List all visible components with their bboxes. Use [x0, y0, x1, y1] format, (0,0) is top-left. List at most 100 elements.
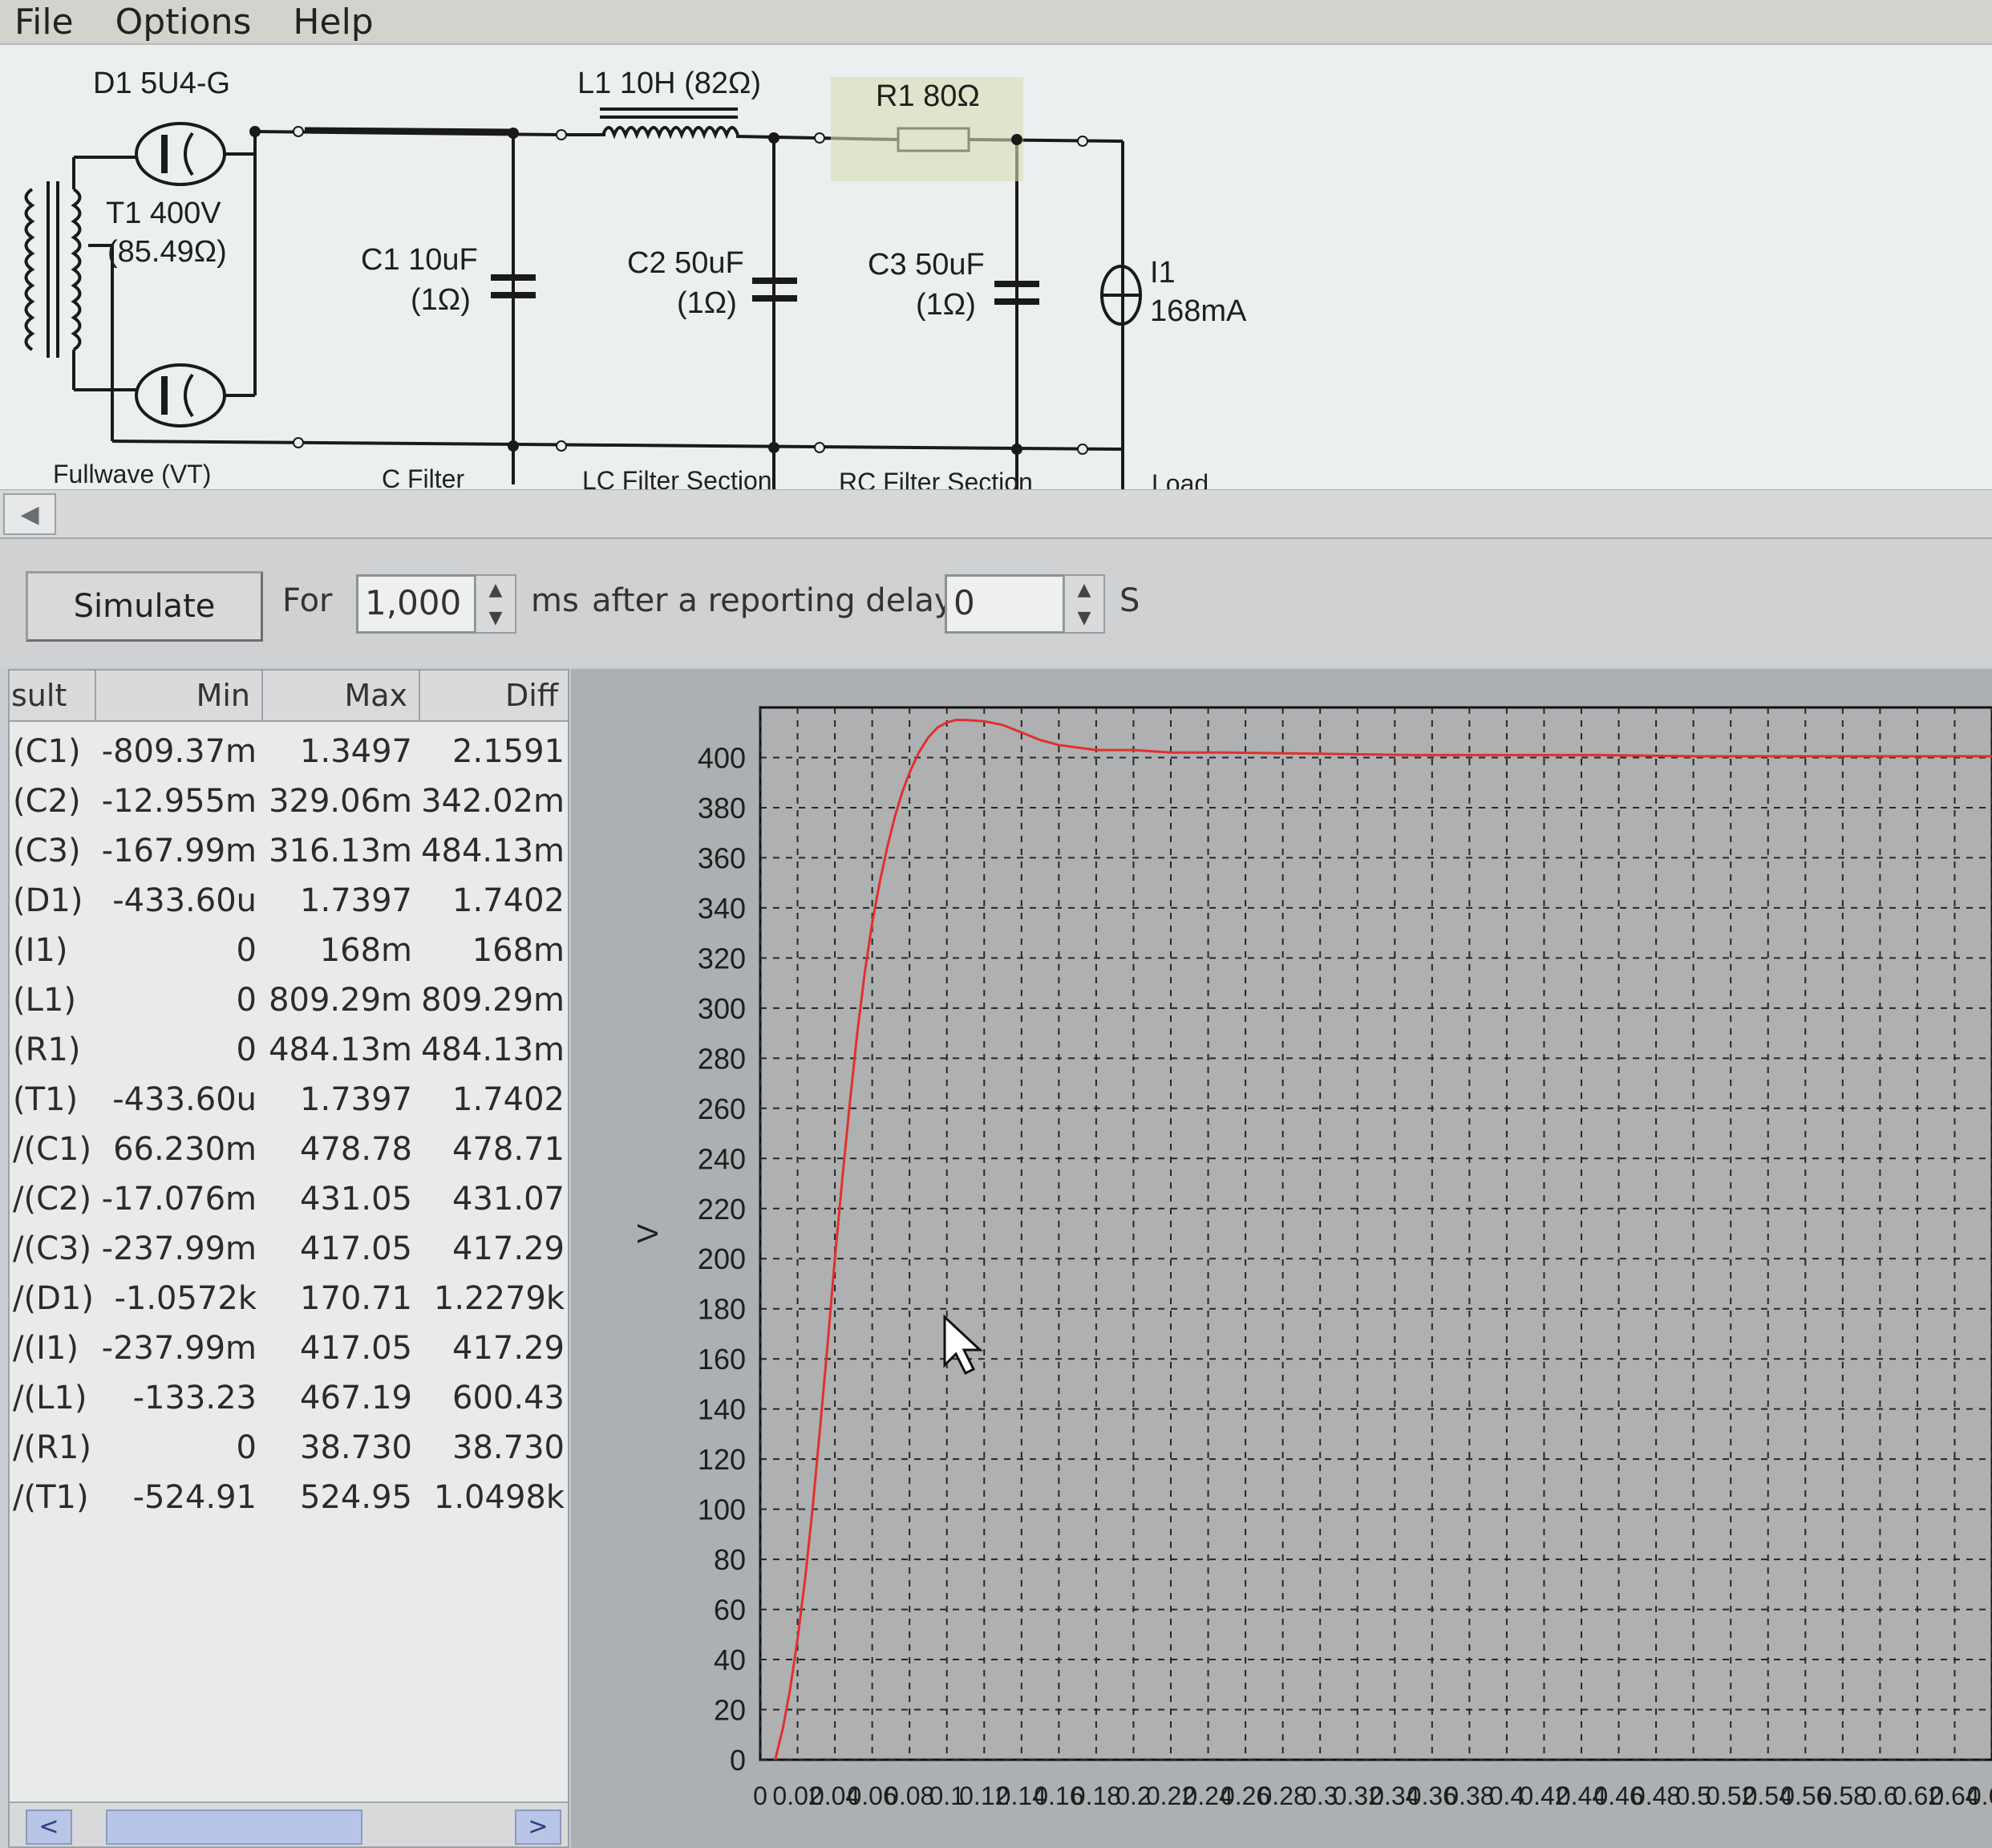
delay-input[interactable]: 0: [945, 574, 1065, 634]
row-label: /(I1): [13, 1330, 79, 1367]
y-tick-label: 360: [698, 841, 746, 874]
y-tick-label: 280: [698, 1042, 746, 1075]
results-header: sult Min Max Diff: [10, 671, 568, 722]
spin-up-icon[interactable]: ▲: [476, 576, 515, 604]
row-min: -17.076m: [101, 1181, 257, 1218]
ms-label: ms: [531, 582, 579, 619]
row-max: 316.13m: [269, 833, 412, 869]
x-tick-label: 0.38: [1444, 1781, 1494, 1810]
label-c1-res: (1Ω): [411, 283, 471, 317]
table-row[interactable]: (C3) -167.99m 316.13m 484.13m: [10, 826, 568, 876]
row-max: 809.29m: [269, 982, 412, 1019]
row-max: 170.71: [300, 1280, 412, 1317]
row-diff: 809.29m: [421, 982, 565, 1019]
spin-down-icon[interactable]: ▼: [1065, 604, 1103, 632]
y-tick-label: 120: [698, 1443, 746, 1476]
row-max: 1.3497: [300, 733, 412, 770]
row-max: 329.06m: [269, 783, 412, 820]
row-label: (C3): [13, 833, 81, 869]
row-min: -12.955m: [101, 783, 257, 820]
menu-bar: File Options Help: [0, 0, 1992, 43]
diode-tube-bottom: [135, 363, 257, 428]
label-c2-res: (1Ω): [677, 286, 737, 320]
table-row[interactable]: /(C1) 66.230m 478.78 478.71: [10, 1125, 568, 1174]
delay-spinner[interactable]: ▲ ▼: [1063, 574, 1105, 634]
table-row[interactable]: (I1) 0 168m 168m: [10, 926, 568, 975]
row-min: 66.230m: [113, 1131, 257, 1168]
circuit-diagram: D1 5U4-G T1 400V (85.49Ω) L1 10H (82Ω) R…: [24, 67, 1247, 494]
scroll-right-button[interactable]: >: [515, 1810, 561, 1845]
table-row[interactable]: /(T1) -524.91 524.95 1.0498k: [10, 1473, 568, 1522]
label-c2: C2 50uF: [627, 246, 744, 280]
col-min[interactable]: Min: [96, 671, 263, 720]
x-tick-label: 0.48: [1631, 1781, 1681, 1810]
duration-input[interactable]: 1,000: [356, 574, 476, 634]
row-diff: 1.7402: [452, 1081, 565, 1118]
delay-label: after a reporting delay of: [592, 582, 994, 619]
row-diff: 168m: [472, 932, 565, 969]
menu-file[interactable]: File: [14, 2, 74, 43]
voltage-chart: 0 20 40 60 80 100 120 140 160 180 200 220 240 260 280 3…: [631, 706, 1992, 1810]
row-label: /(L1): [13, 1380, 87, 1416]
label-l1: L1 10H (82Ω): [577, 67, 761, 100]
table-row[interactable]: (C2) -12.955m 329.06m 342.02m: [10, 776, 568, 826]
plot-area: [759, 706, 1992, 1761]
scroll-left-button[interactable]: ◀: [3, 493, 56, 535]
y-tick-label: 380: [698, 792, 746, 825]
row-label: (L1): [13, 982, 76, 1019]
row-diff: 478.71: [452, 1131, 565, 1168]
schematic-scrollbar[interactable]: ◀: [0, 489, 1992, 539]
col-result[interactable]: sult: [10, 671, 96, 720]
y-axis-label: V: [631, 1224, 664, 1243]
chart-panel[interactable]: 0 20 40 60 80 100 120 140 160 180 200 220 240 260 280 3…: [571, 669, 1992, 1848]
table-row[interactable]: (T1) -433.60u 1.7397 1.7402: [10, 1075, 568, 1125]
row-max: 484.13m: [269, 1031, 412, 1068]
col-max[interactable]: Max: [263, 671, 420, 720]
table-row[interactable]: /(R1) 0 38.730 38.730: [10, 1423, 568, 1473]
label-c3: C3 50uF: [868, 248, 985, 282]
label-r1: R1 80Ω: [876, 79, 980, 113]
spin-down-icon[interactable]: ▼: [476, 604, 515, 632]
label-t1: T1 400V: [106, 197, 221, 230]
row-min: -237.99m: [101, 1330, 257, 1367]
table-row[interactable]: (R1) 0 484.13m 484.13m: [10, 1025, 568, 1075]
row-min: -809.37m: [101, 733, 257, 770]
table-row[interactable]: /(D1) -1.0572k 170.71 1.2279k: [10, 1274, 568, 1323]
y-tick-label: 240: [698, 1142, 746, 1175]
table-row[interactable]: (C1) -809.37m 1.3497 2.1591: [10, 727, 568, 776]
label-i1: I1: [1150, 256, 1176, 290]
table-row[interactable]: (D1) -433.60u 1.7397 1.7402: [10, 876, 568, 926]
y-tick-label: 300: [698, 992, 746, 1025]
col-diff[interactable]: Diff: [420, 671, 568, 720]
menu-options[interactable]: Options: [115, 2, 252, 43]
row-max: 431.05: [300, 1181, 412, 1218]
simulate-button[interactable]: Simulate: [26, 571, 263, 642]
for-label: For: [282, 582, 333, 619]
y-tick-label: 320: [698, 942, 746, 975]
table-row[interactable]: (L1) 0 809.29m 809.29m: [10, 975, 568, 1025]
results-rows: (C1) -809.37m 1.3497 2.1591 (C2) -12.955m 329.…: [10, 727, 568, 1522]
y-tick-label: 0: [730, 1744, 746, 1777]
schematic-canvas[interactable]: D1 5U4-G T1 400V (85.49Ω) L1 10H (82Ω) R…: [0, 43, 1992, 500]
table-row[interactable]: /(C3) -237.99m 417.05 417.29: [10, 1224, 568, 1274]
y-tick-label: 140: [698, 1393, 746, 1426]
row-label: /(C3): [13, 1230, 92, 1267]
scroll-left-button[interactable]: <: [26, 1810, 72, 1845]
table-row[interactable]: /(L1) -133.23 467.19 600.43: [10, 1373, 568, 1423]
table-row[interactable]: /(C2) -17.076m 431.05 431.07: [10, 1174, 568, 1224]
table-row[interactable]: /(I1) -237.99m 417.05 417.29: [10, 1323, 568, 1373]
row-max: 38.730: [300, 1429, 412, 1466]
spin-up-icon[interactable]: ▲: [1065, 576, 1103, 604]
row-min: 0: [236, 932, 257, 969]
scroll-thumb[interactable]: [106, 1810, 362, 1845]
x-tick-label: 0.08: [885, 1781, 934, 1810]
duration-spinner[interactable]: ▲ ▼: [475, 574, 516, 634]
results-scrollbar[interactable]: < >: [10, 1801, 568, 1846]
menu-help[interactable]: Help: [293, 2, 373, 43]
row-diff: 484.13m: [421, 833, 565, 869]
label-d1: D1 5U4-G: [93, 67, 230, 100]
y-tick-label: 260: [698, 1092, 746, 1125]
y-tick-label: 180: [698, 1293, 746, 1326]
y-tick-label: 160: [698, 1343, 746, 1376]
y-tick-label: 200: [698, 1242, 746, 1275]
